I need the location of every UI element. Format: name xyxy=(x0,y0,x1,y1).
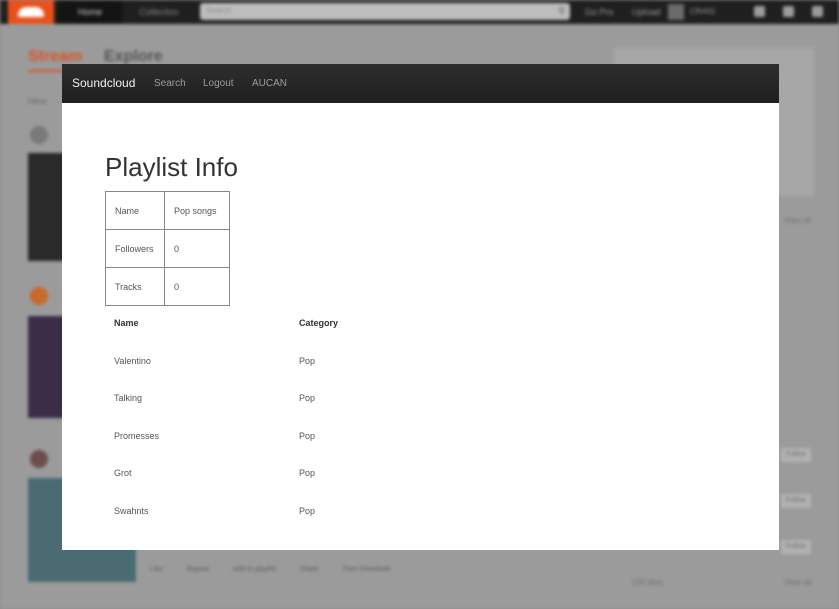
table-row: Valentino Pop xyxy=(105,348,425,386)
table-row: Followers 0 xyxy=(105,229,230,268)
nav-home[interactable]: Home xyxy=(58,0,122,24)
user-menu[interactable]: CRAIG xyxy=(690,0,715,24)
table-row: Talking Pop xyxy=(105,385,425,423)
info-value: 0 xyxy=(164,267,230,306)
table-header: Name Category xyxy=(105,310,425,348)
nav-logout[interactable]: Logout xyxy=(203,64,234,103)
add-to-playlist-button[interactable]: Add to playlist xyxy=(233,566,277,573)
track-category: Pop xyxy=(299,468,316,478)
page-title: Playlist Info xyxy=(105,152,238,182)
track-name: Promesses xyxy=(114,430,160,441)
nav-search[interactable]: Search xyxy=(154,64,186,103)
follow-button[interactable]: Follow xyxy=(780,539,812,555)
avatar[interactable] xyxy=(30,287,48,305)
info-value: Pop songs xyxy=(164,191,230,230)
track-category: Pop xyxy=(299,355,316,366)
share-button[interactable]: Share xyxy=(300,566,319,573)
track-name: Talking xyxy=(114,393,143,403)
info-key: Tracks xyxy=(105,267,165,306)
navbar: Soundcloud Search Logout AUCAN xyxy=(62,64,779,103)
soundcloud-logo-icon[interactable] xyxy=(8,0,54,24)
free-download-button[interactable]: Free Download xyxy=(343,566,390,573)
avatar[interactable] xyxy=(30,126,48,144)
playlist-modal: Soundcloud Search Logout AUCAN Playlist … xyxy=(62,64,779,550)
view-all-link[interactable]: View all xyxy=(784,216,811,225)
track-name: Grot xyxy=(114,468,132,478)
track-name: Valentino xyxy=(114,355,151,366)
navbar-brand[interactable]: Soundcloud xyxy=(72,64,135,103)
likes-count: 226 likes xyxy=(632,578,664,587)
table-row: Grot Pop xyxy=(105,460,425,498)
top-bar: Home Collection Search ⚲ Go Pro Upload C… xyxy=(0,0,839,24)
search-icon[interactable]: ⚲ xyxy=(558,6,565,17)
table-row: Promesses Pop xyxy=(105,423,425,461)
search-placeholder: Search xyxy=(206,6,232,15)
column-header-category: Category xyxy=(299,318,339,328)
tracks-table: Name Category Valentino Pop Talking Pop … xyxy=(105,310,425,535)
mail-icon[interactable] xyxy=(783,6,794,17)
info-value: 0 xyxy=(164,229,230,268)
bell-icon[interactable] xyxy=(754,6,765,17)
track-actions: Like Repost Add to playlist Share Free D… xyxy=(150,566,412,573)
table-row: Name Pop songs xyxy=(105,191,230,230)
like-button[interactable]: Like xyxy=(150,566,163,573)
table-row: Swahnts Pop xyxy=(105,498,425,536)
avatar[interactable] xyxy=(668,4,684,20)
info-key: Followers xyxy=(105,229,165,268)
repost-button[interactable]: Repost xyxy=(187,566,209,573)
track-category: Pop xyxy=(299,505,316,516)
nav-user[interactable]: AUCAN xyxy=(252,64,287,103)
nav-collection[interactable]: Collection xyxy=(124,0,194,24)
info-key: Name xyxy=(105,191,165,230)
hear-text: Hear xyxy=(28,96,48,106)
track-name: Swahnts xyxy=(114,505,149,516)
view-all-link[interactable]: View all xyxy=(784,578,811,587)
upload-link[interactable]: Upload xyxy=(632,7,661,17)
follow-button[interactable]: Follow xyxy=(780,447,812,463)
more-icon[interactable] xyxy=(812,6,823,17)
track-category: Pop xyxy=(299,430,316,441)
track-category: Pop xyxy=(299,393,316,403)
search-input[interactable]: Search ⚲ xyxy=(200,3,570,20)
avatar[interactable] xyxy=(30,450,48,468)
column-header-name: Name xyxy=(114,318,139,328)
follow-button[interactable]: Follow xyxy=(780,493,812,509)
go-pro-link[interactable]: Go Pro xyxy=(585,7,614,17)
playlist-info-table: Name Pop songs Followers 0 Tracks 0 xyxy=(105,191,230,306)
table-row: Tracks 0 xyxy=(105,267,230,306)
